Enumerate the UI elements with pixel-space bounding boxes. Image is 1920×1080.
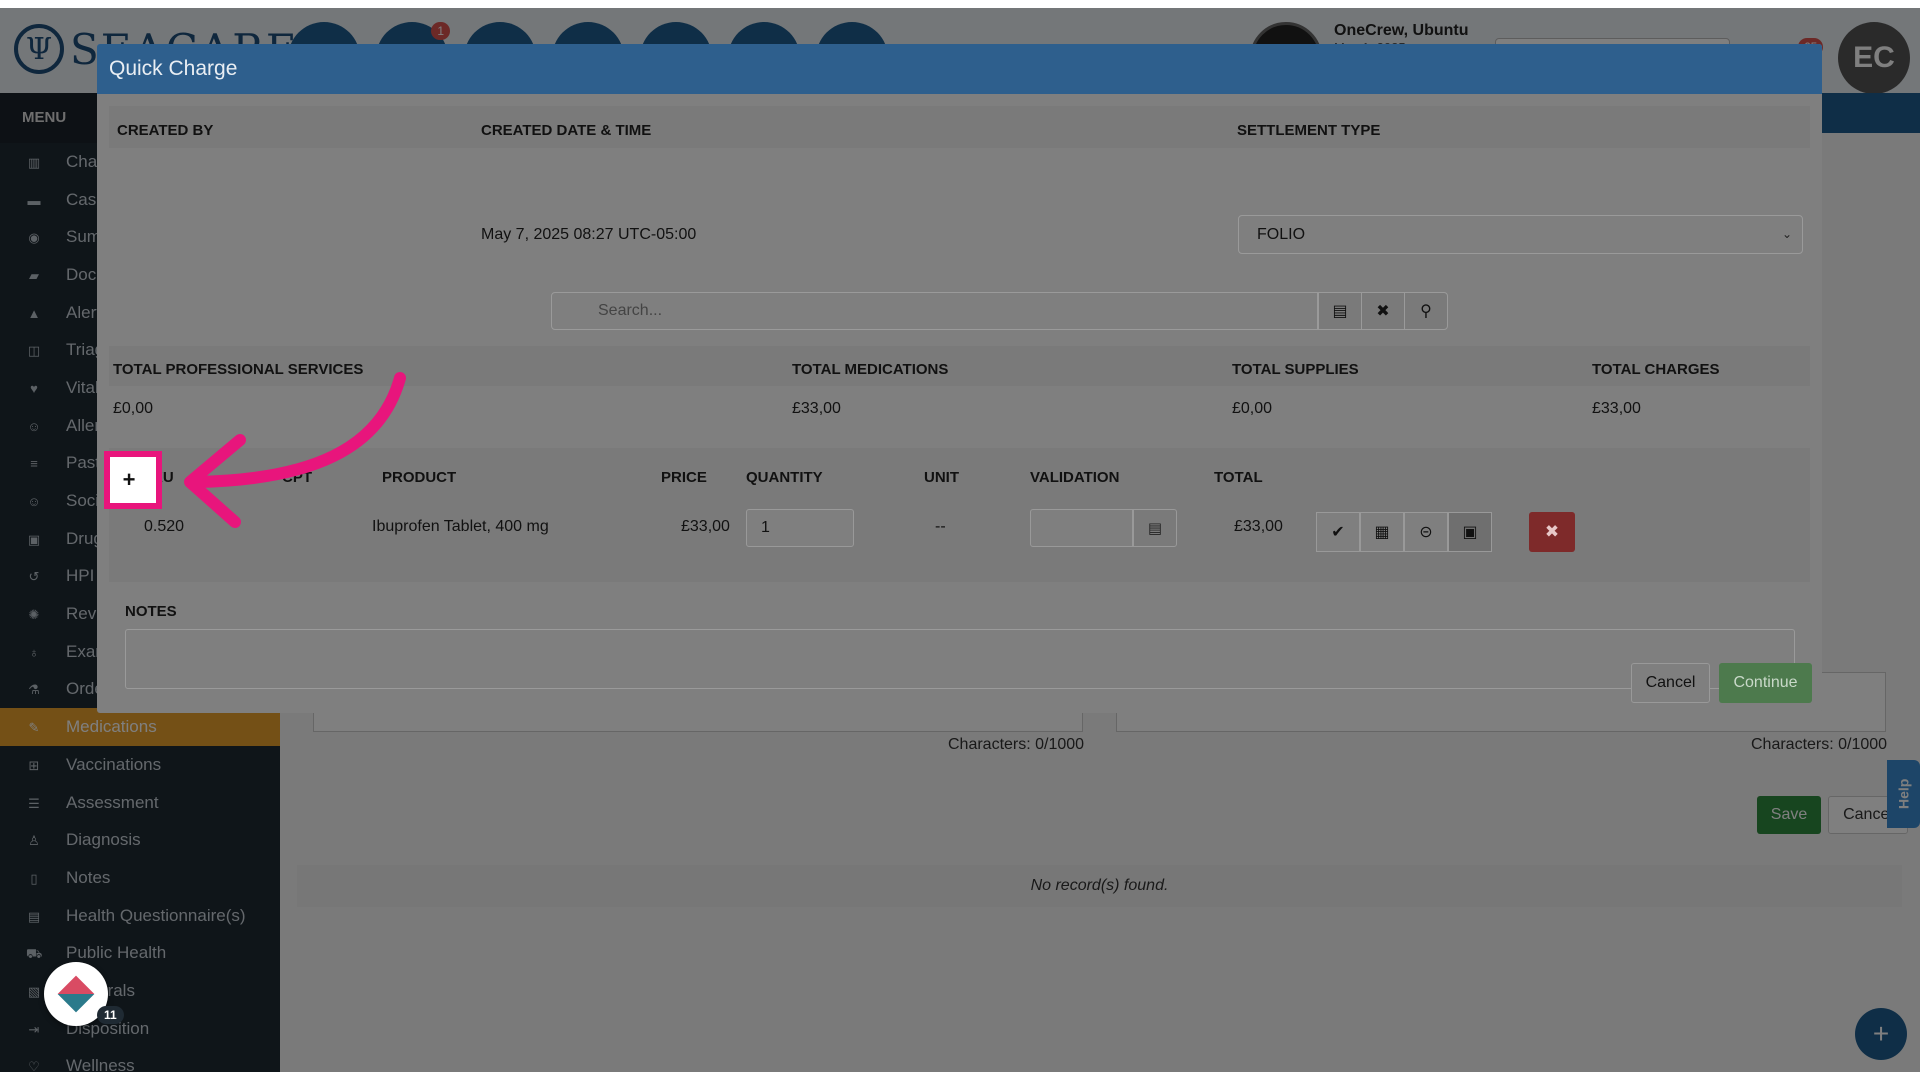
barcode-icon: ▤ <box>1332 303 1348 320</box>
camera-icon: ▣ <box>1462 524 1478 541</box>
group-item-button[interactable]: ▦ <box>1360 512 1404 552</box>
validation-scan-button[interactable]: ▤ <box>1133 509 1177 547</box>
close-icon: ✖ <box>1376 303 1390 320</box>
col-price: PRICE <box>661 469 707 486</box>
grid-icon: ▦ <box>1374 524 1390 541</box>
delete-item-button[interactable]: ✖ <box>1529 512 1575 552</box>
check-icon: ✔ <box>1331 524 1345 541</box>
search-placeholder: Search... <box>598 302 663 319</box>
row-product: Ibuprofen Tablet, 400 mg <box>372 518 549 535</box>
minus-circle-icon: ⊝ <box>1419 524 1433 541</box>
col-validation: VALIDATION <box>1030 469 1120 486</box>
confirm-item-button[interactable]: ✔ <box>1316 512 1360 552</box>
quantity-input[interactable]: 1 <box>746 509 854 547</box>
total-professional-label: TOTAL PROFESSIONAL SERVICES <box>113 361 364 378</box>
notes-label: NOTES <box>125 603 177 620</box>
barcode-icon: ▤ <box>1147 520 1163 537</box>
modal-title: Quick Charge <box>97 44 1822 94</box>
chevron-down-icon: ⌄ <box>1781 227 1792 241</box>
quantity-value: 1 <box>761 519 770 536</box>
totals-header-band <box>109 346 1810 386</box>
top-edge <box>0 0 1920 8</box>
barcode-scan-button[interactable]: ▤ <box>1318 292 1362 330</box>
row-price: £33,00 <box>681 518 730 535</box>
settlement-type-label: SETTLEMENT TYPE <box>1237 122 1381 139</box>
total-supplies-value: £0,00 <box>1232 400 1273 417</box>
search-button[interactable]: ⚲ <box>1404 292 1448 330</box>
col-cpt: CPT <box>282 469 312 486</box>
camera-button[interactable]: ▣ <box>1448 512 1492 552</box>
settlement-type-value: FOLIO <box>1257 226 1306 243</box>
modal-cancel-button[interactable]: Cancel <box>1631 663 1710 703</box>
quick-charge-modal: Quick Charge CREATED BY CREATED DATE & T… <box>97 44 1822 713</box>
col-unit: UNIT <box>924 469 959 486</box>
col-quantity: QUANTITY <box>746 469 823 486</box>
remove-qty-button[interactable]: ⊝ <box>1404 512 1448 552</box>
expand-row-button-highlight[interactable]: + <box>104 451 162 509</box>
notes-textarea[interactable] <box>125 629 1795 689</box>
product-search-input[interactable]: Search... <box>551 292 1318 330</box>
col-total: TOTAL <box>1214 469 1263 486</box>
chat-count-badge: 11 <box>97 1006 124 1024</box>
total-charges-label: TOTAL CHARGES <box>1592 361 1720 378</box>
row-total: £33,00 <box>1234 518 1283 535</box>
created-date-label: CREATED DATE & TIME <box>481 122 652 139</box>
plus-icon: + <box>122 467 136 492</box>
created-header-band <box>109 106 1810 148</box>
col-product: PRODUCT <box>382 469 457 486</box>
total-professional-value: £0,00 <box>113 400 154 417</box>
chat-widget-button[interactable]: 11 <box>44 962 124 1026</box>
modal-body: CREATED BY CREATED DATE & TIME SETTLEMEN… <box>97 94 1822 713</box>
clear-search-button[interactable]: ✖ <box>1361 292 1405 330</box>
chat-logo-icon <box>57 975 95 1013</box>
total-medications-label: TOTAL MEDICATIONS <box>792 361 949 378</box>
total-medications-value: £33,00 <box>792 400 841 417</box>
close-icon: ✖ <box>1544 522 1560 541</box>
validation-input[interactable] <box>1030 509 1133 547</box>
created-date-value: May 7, 2025 08:27 UTC-05:00 <box>481 226 697 243</box>
settlement-type-select[interactable]: FOLIO ⌄ <box>1238 215 1803 254</box>
total-supplies-label: TOTAL SUPPLIES <box>1232 361 1359 378</box>
bottom-edge <box>0 1072 1920 1080</box>
row-sku: 0.520 <box>144 518 185 535</box>
search-icon: ⚲ <box>1420 303 1432 320</box>
modal-continue-button[interactable]: Continue <box>1719 663 1812 703</box>
total-charges-value: £33,00 <box>1592 400 1641 417</box>
row-unit: -- <box>935 518 946 535</box>
created-by-label: CREATED BY <box>117 122 214 139</box>
